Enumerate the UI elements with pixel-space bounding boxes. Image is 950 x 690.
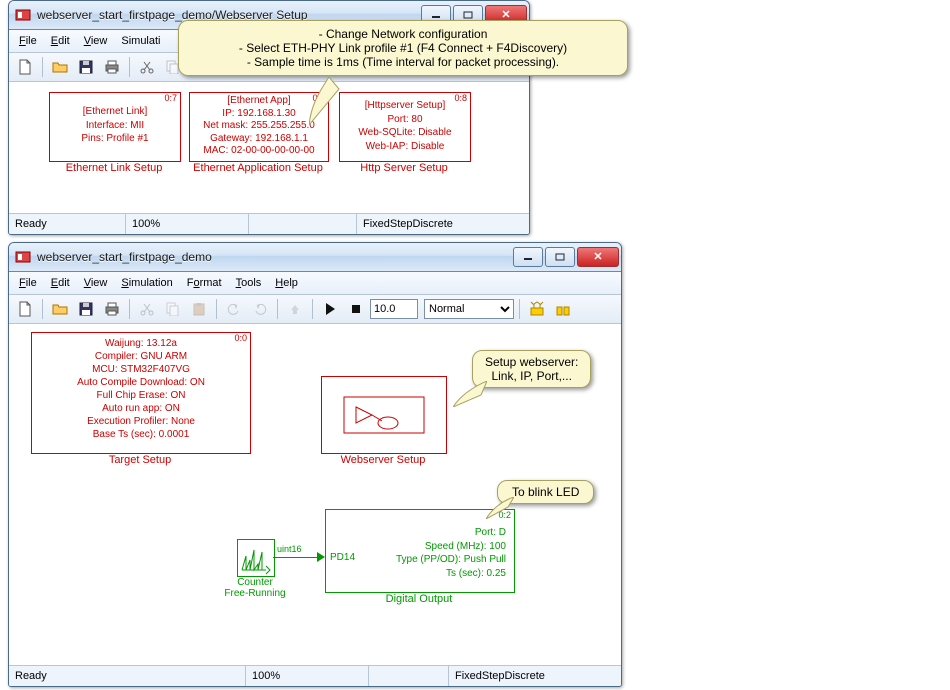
simulink-icon (15, 7, 31, 23)
menu-tools[interactable]: Tools (230, 275, 268, 291)
menu-simulation[interactable]: Simulation (115, 275, 178, 291)
titlebar[interactable]: webserver_start_firstpage_demo ✕ (9, 243, 621, 272)
incremental-build-button[interactable] (551, 297, 575, 321)
block-label: Digital Output (325, 593, 513, 605)
close-button[interactable]: ✕ (577, 247, 619, 267)
signal-line[interactable] (273, 557, 321, 558)
callout-tail-icon (453, 381, 487, 407)
print-button[interactable] (100, 297, 124, 321)
block-title: [Ethernet Link] (56, 105, 174, 119)
callout-network-config: - Change Network configuration - Select … (178, 20, 628, 76)
block-label: Counter Free-Running (219, 577, 291, 599)
block-label: Ethernet Application Setup (189, 162, 327, 174)
menu-file[interactable]: File (13, 33, 43, 49)
status-ready: Ready (9, 214, 126, 234)
menu-edit[interactable]: Edit (45, 275, 76, 291)
menu-view[interactable]: View (78, 33, 114, 49)
callout-tail-icon (309, 77, 351, 125)
simulation-mode-select[interactable]: Normal (424, 299, 514, 319)
save-button[interactable] (74, 297, 98, 321)
window-title: webserver_start_firstpage_demo (37, 250, 513, 264)
cut-button[interactable] (135, 297, 159, 321)
block-label: Target Setup (31, 454, 249, 466)
menu-format[interactable]: Format (181, 275, 228, 291)
block-title: [Ethernet App] (196, 95, 322, 108)
menu-bar: File Edit View Simulation Format Tools H… (9, 272, 621, 295)
block-ethernet-app[interactable]: 0:6 [Ethernet App] IP: 192.168.1.30 Net … (189, 92, 329, 162)
cut-button[interactable] (135, 55, 159, 79)
menu-view[interactable]: View (78, 275, 114, 291)
status-bar: Ready 100% FixedStepDiscrete (9, 213, 529, 234)
status-bar: Ready 100% FixedStepDiscrete (9, 665, 621, 686)
open-button[interactable] (48, 297, 72, 321)
inport-label: PD14 (330, 552, 355, 563)
callout-setup-webserver: Setup webserver: Link, IP, Port,... (472, 350, 591, 388)
counter-wave-icon (238, 540, 274, 576)
stop-button[interactable] (344, 297, 368, 321)
paste-button[interactable] (187, 297, 211, 321)
block-label: Webserver Setup (321, 454, 445, 466)
new-button[interactable] (13, 297, 37, 321)
run-button[interactable] (318, 297, 342, 321)
status-solver: FixedStepDiscrete (449, 666, 621, 686)
menu-simulation-truncated[interactable]: Simulati (115, 33, 166, 49)
redo-button[interactable] (248, 297, 272, 321)
block-counter-free-running[interactable] (237, 539, 275, 577)
simulink-icon (15, 249, 31, 265)
block-http-server[interactable]: 0:8 [Httpserver Setup] Port: 80 Web-SQLi… (339, 92, 471, 162)
window-model-root: webserver_start_firstpage_demo ✕ File Ed… (8, 242, 622, 687)
stop-time-input[interactable] (370, 299, 418, 319)
maximize-button[interactable] (545, 247, 575, 267)
toolbar-separator (129, 57, 130, 77)
block-digital-output[interactable]: 0:2 PD14 Port: D Speed (MHz): 100 Type (… (325, 509, 515, 593)
subsystem-preview-icon (322, 377, 446, 453)
toolbar: Normal (9, 295, 621, 324)
nav-up-button[interactable] (283, 297, 307, 321)
undo-button[interactable] (222, 297, 246, 321)
block-label: Http Server Setup (339, 162, 469, 174)
block-target-setup[interactable]: 0:0 Waijung: 13.12a Compiler: GNU ARM MC… (31, 332, 251, 454)
status-solver: FixedStepDiscrete (357, 214, 529, 234)
open-button[interactable] (48, 55, 72, 79)
copy-button[interactable] (161, 297, 185, 321)
status-ready: Ready (9, 666, 246, 686)
block-label: Ethernet Link Setup (49, 162, 179, 174)
menu-edit[interactable]: Edit (45, 33, 76, 49)
window-controls: ✕ (513, 247, 619, 267)
block-title: [Httpserver Setup] (346, 99, 464, 113)
callout-blink-led: To blink LED (497, 480, 594, 504)
menu-file[interactable]: File (13, 275, 43, 291)
block-ethernet-link[interactable]: 0:7 [Ethernet Link] Interface: MII Pins:… (49, 92, 181, 162)
block-port-number: 0:0 (234, 333, 247, 343)
save-button[interactable] (74, 55, 98, 79)
print-button[interactable] (100, 55, 124, 79)
menu-help[interactable]: Help (269, 275, 304, 291)
status-zoom: 100% (126, 214, 249, 234)
block-port-number: 0:7 (164, 93, 177, 103)
callout-tail-icon (486, 497, 514, 519)
status-zoom: 100% (246, 666, 369, 686)
new-button[interactable] (13, 55, 37, 79)
minimize-button[interactable] (513, 247, 543, 267)
build-button[interactable] (525, 297, 549, 321)
toolbar-separator (42, 57, 43, 77)
block-port-number: 0:8 (454, 93, 467, 103)
signal-datatype-label: uint16 (277, 544, 302, 554)
model-canvas[interactable]: 0:7 [Ethernet Link] Interface: MII Pins:… (9, 82, 529, 213)
block-webserver-setup[interactable] (321, 376, 447, 454)
